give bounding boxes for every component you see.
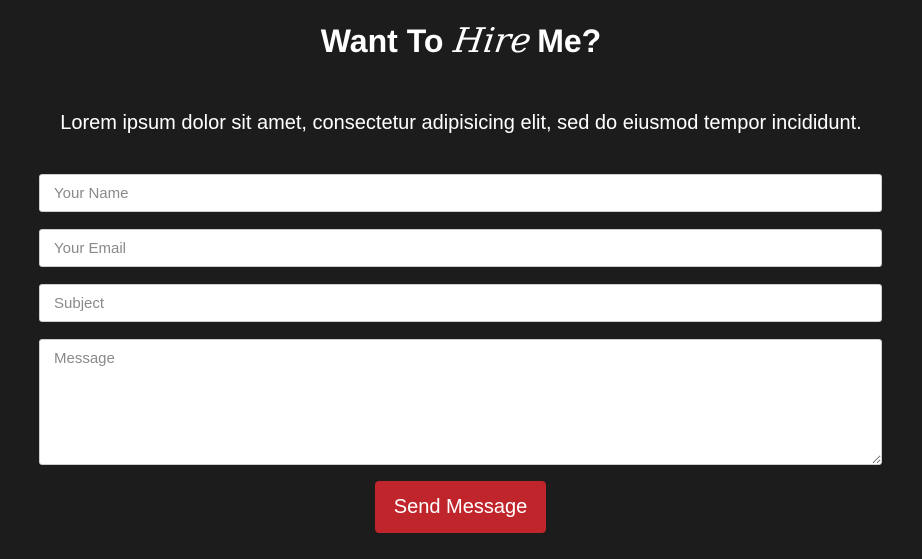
subject-input[interactable] — [39, 284, 882, 322]
message-textarea[interactable] — [39, 339, 882, 465]
email-input[interactable] — [39, 229, 882, 267]
name-input[interactable] — [39, 174, 882, 212]
title-emphasis: Hire — [451, 21, 535, 61]
intro-text: Lorem ipsum dolor sit amet, consectetur … — [60, 112, 862, 134]
send-message-button[interactable]: Send Message — [375, 481, 546, 533]
title-prefix: Want To — [320, 23, 444, 59]
page-title: Want To HireMe? — [0, 20, 922, 62]
title-suffix: Me? — [537, 23, 602, 59]
contact-form: Send Message — [39, 174, 882, 533]
